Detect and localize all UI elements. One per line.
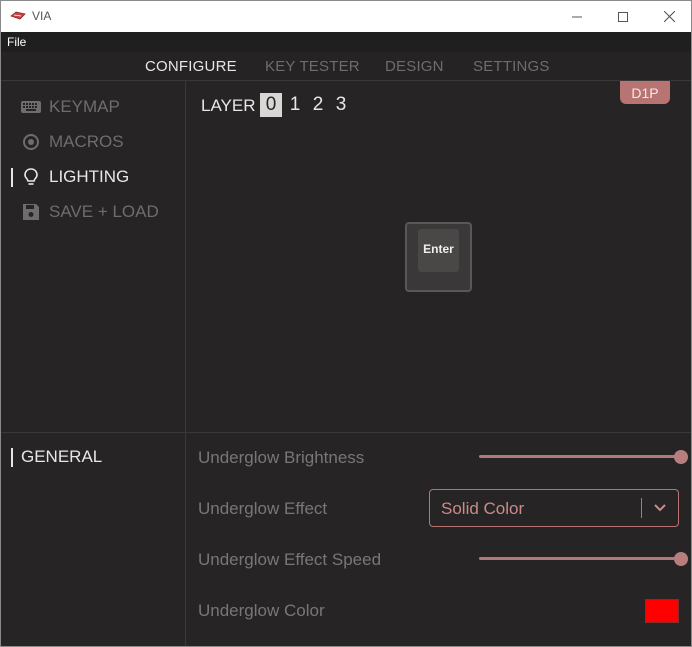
lighting-controls: Underglow Brightness Underglow Effect So… (186, 432, 691, 646)
sidebar: KEYMAP MACROS LIGHTING SAVE + LOAD (1, 81, 186, 432)
effect-label: Underglow Effect (198, 499, 328, 518)
layer-3-button[interactable]: 3 (330, 93, 352, 117)
window-title: VIA (32, 9, 52, 23)
slider-thumb[interactable] (674, 552, 688, 566)
lightbulb-icon (24, 168, 38, 185)
sidebar-item-label: LIGHTING (49, 167, 130, 186)
layer-label: LAYER (201, 96, 256, 115)
effect-select-value: Solid Color (441, 499, 525, 518)
app-window: VIA File CONFIGURE KEY TESTER DESIGN SET… (0, 0, 692, 647)
floppy-disk-icon (23, 204, 39, 220)
minimize-icon (572, 16, 582, 17)
key-label: Enter (418, 229, 459, 272)
sidebar-item-macros[interactable]: MACROS (1, 127, 185, 157)
layer-2-button[interactable]: 2 (307, 93, 329, 117)
tab-configure[interactable]: CONFIGURE (145, 58, 237, 75)
title-bar: VIA (1, 1, 691, 32)
maximize-button[interactable] (600, 1, 646, 32)
lighting-menu: GENERAL (1, 432, 186, 646)
chevron-down-icon (654, 504, 666, 512)
menu-item-general-label: GENERAL (21, 447, 103, 466)
sidebar-item-label: MACROS (49, 132, 124, 151)
sidebar-item-keymap[interactable]: KEYMAP (1, 92, 185, 122)
minimize-button[interactable] (554, 1, 600, 32)
top-tabs: CONFIGURE KEY TESTER DESIGN SETTINGS (1, 52, 691, 81)
speed-label: Underglow Effect Speed (198, 550, 382, 569)
menu-file[interactable]: File (7, 35, 26, 49)
layer-0-button[interactable]: 0 (260, 93, 282, 117)
slider-track (479, 455, 681, 458)
brightness-slider[interactable] (479, 450, 688, 464)
keyboard-panel: LAYER 0 1 2 3 D1P Enter (186, 81, 691, 432)
color-label: Underglow Color (198, 601, 325, 620)
slider-thumb[interactable] (674, 450, 688, 464)
key-enter[interactable]: Enter (405, 222, 472, 292)
color-swatch[interactable] (645, 599, 679, 623)
device-badge[interactable]: D1P (620, 81, 670, 104)
via-logo-icon (10, 11, 26, 20)
close-icon (663, 11, 675, 22)
sidebar-item-label: KEYMAP (49, 97, 120, 116)
tab-design[interactable]: DESIGN (385, 58, 444, 75)
sidebar-item-lighting[interactable]: LIGHTING (1, 162, 185, 192)
select-divider (641, 498, 642, 518)
record-icon (23, 134, 39, 150)
slider-track (479, 557, 681, 560)
speed-slider[interactable] (479, 552, 688, 566)
layer-1-button[interactable]: 1 (284, 93, 306, 117)
menu-bar: File (1, 32, 691, 52)
brightness-label: Underglow Brightness (198, 448, 365, 467)
keyboard-icon (21, 101, 41, 113)
sidebar-item-save-load[interactable]: SAVE + LOAD (1, 197, 185, 227)
tab-settings[interactable]: SETTINGS (473, 58, 550, 75)
maximize-icon (618, 11, 628, 22)
sidebar-item-label: SAVE + LOAD (49, 202, 159, 221)
tab-key-tester[interactable]: KEY TESTER (265, 58, 360, 75)
close-button[interactable] (646, 1, 691, 32)
effect-select[interactable]: Solid Color (429, 489, 679, 527)
